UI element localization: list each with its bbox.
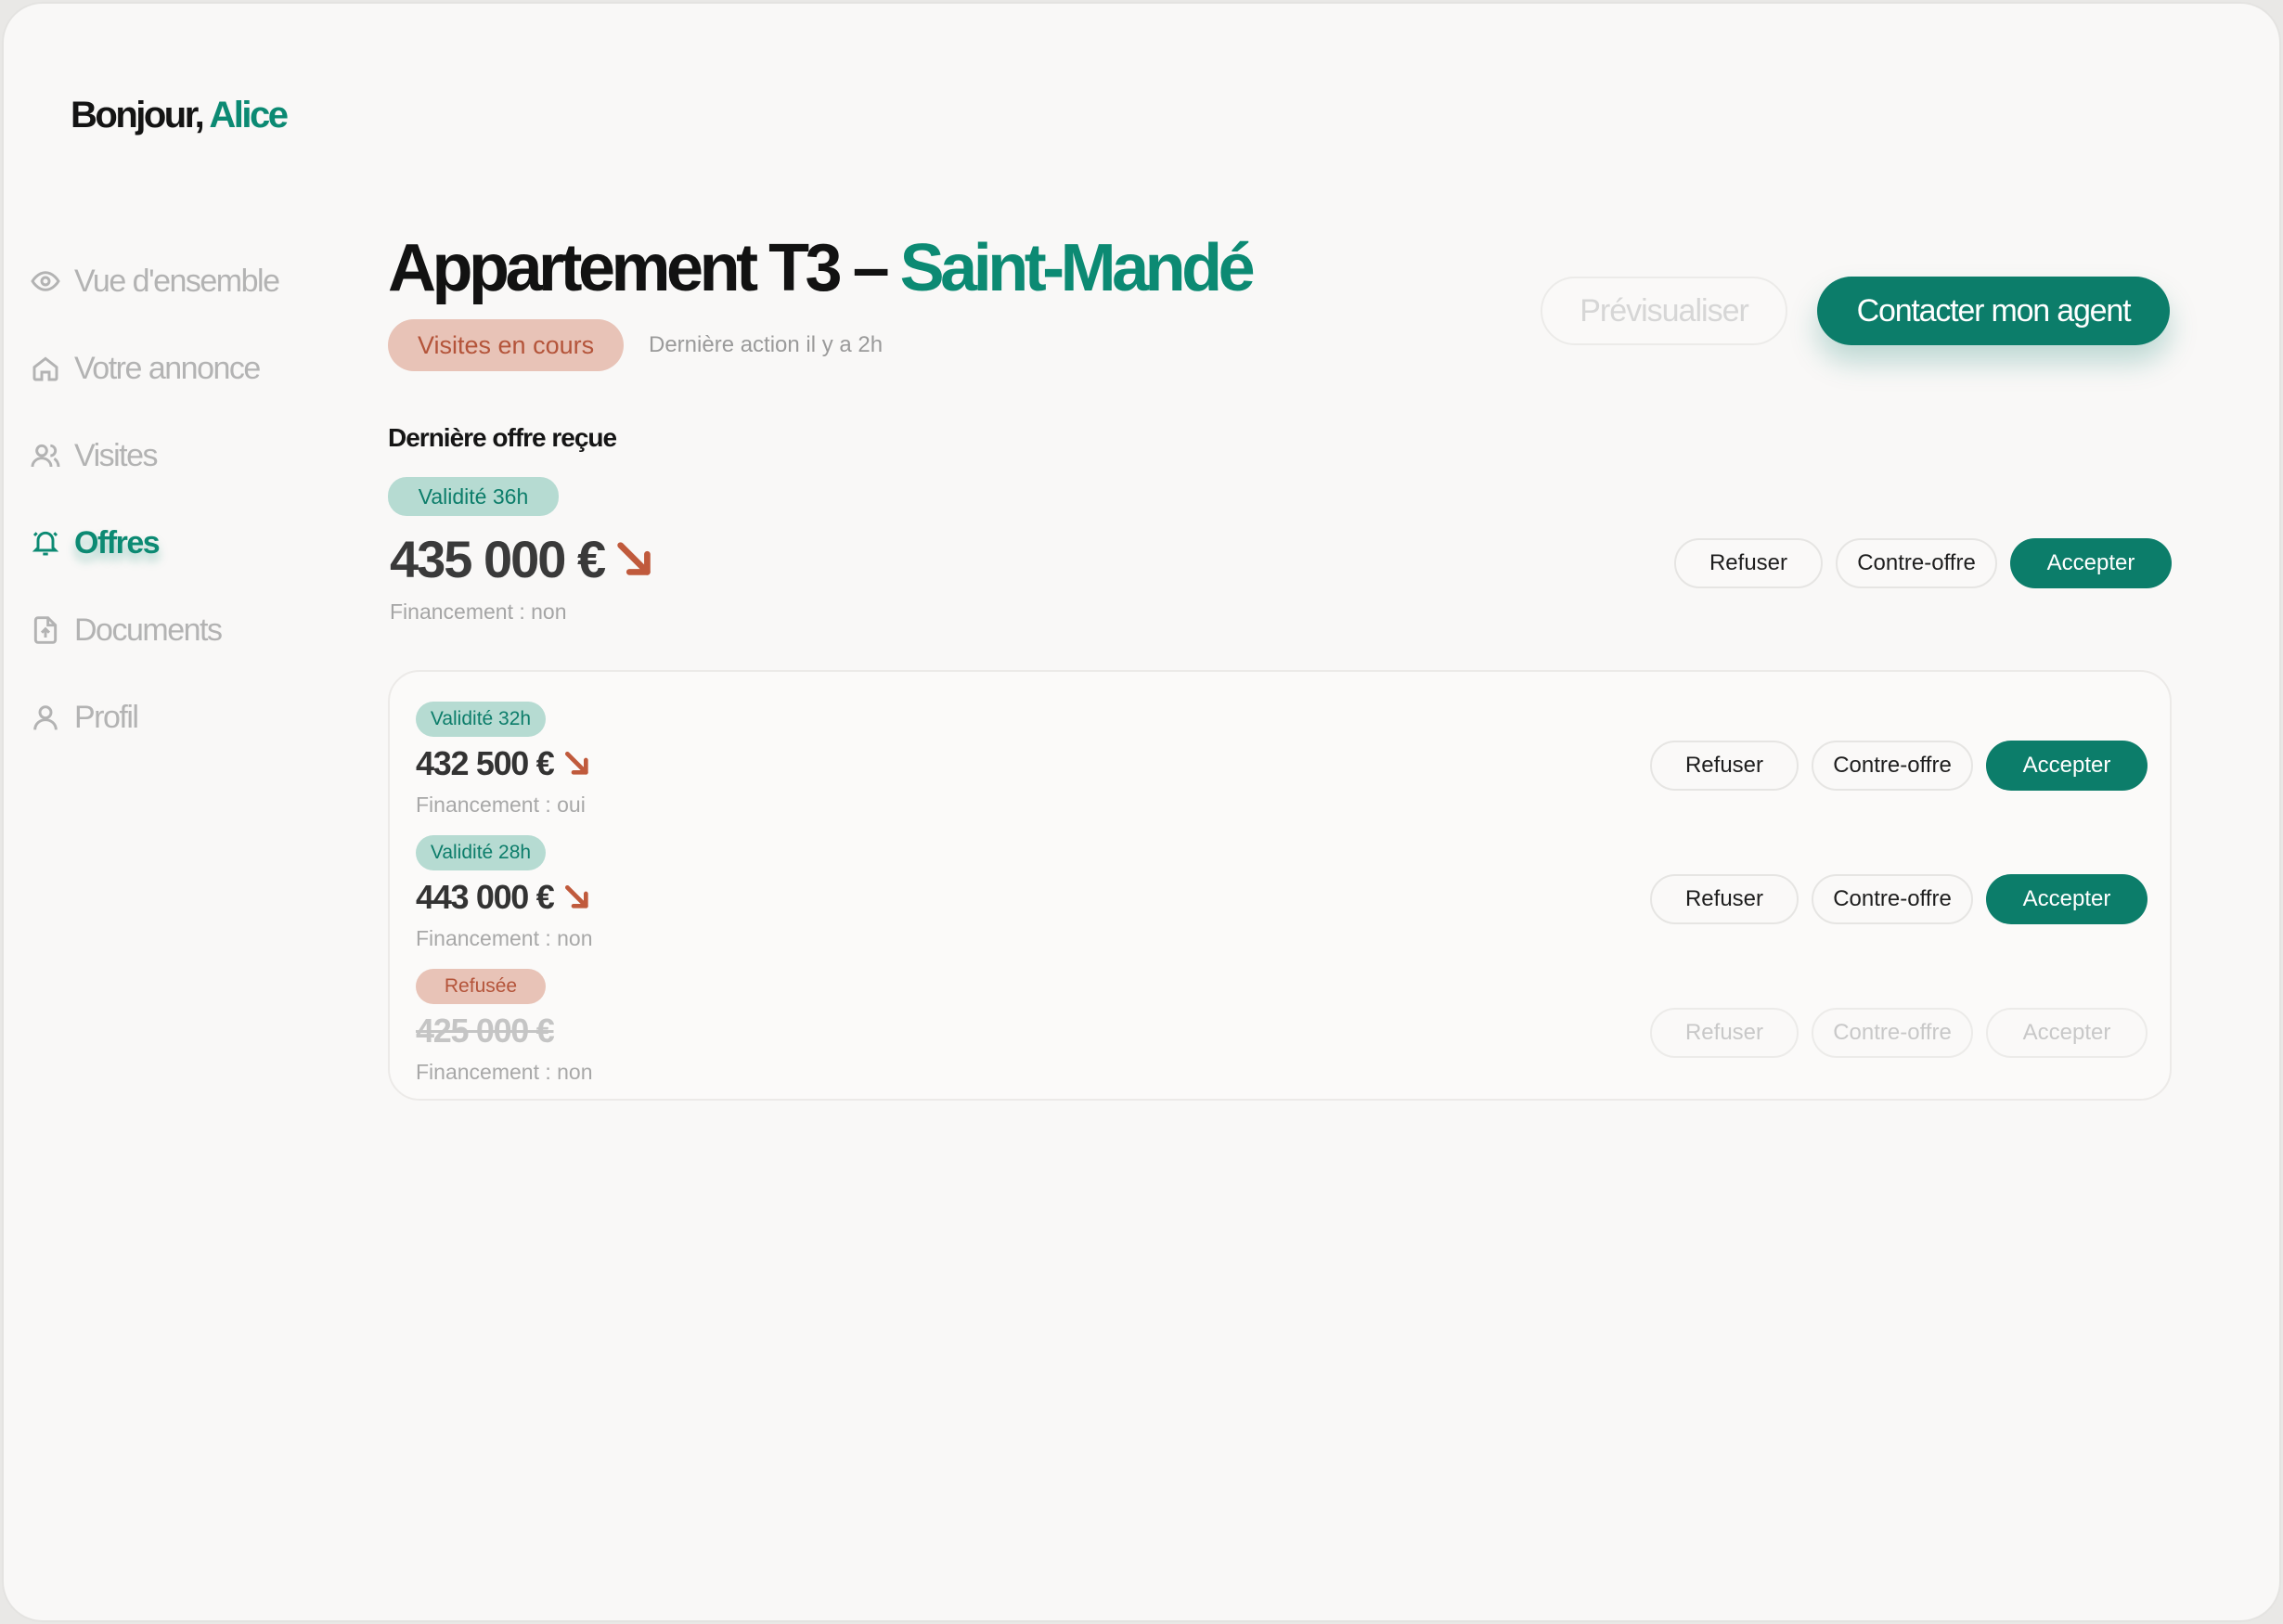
page-title-main: Appartement T3 – xyxy=(388,231,890,305)
counter-offer-button[interactable]: Contre-offre xyxy=(1812,741,1973,791)
home-icon xyxy=(30,353,61,384)
sidebar-item-offers[interactable]: Offres xyxy=(30,499,279,586)
sidebar-item-label: Visites xyxy=(74,437,159,473)
sidebar-item-profile[interactable]: Profil xyxy=(30,674,279,761)
users-icon xyxy=(30,440,61,471)
offer-amount-value: 435 000 € xyxy=(390,530,606,588)
last-action-text: Dernière action il y a 2h xyxy=(649,332,884,357)
offer-actions: Refuser Contre-offre Accepter xyxy=(1650,874,2148,924)
refuse-button[interactable]: Refuser xyxy=(1650,741,1799,791)
trend-down-icon xyxy=(562,749,592,779)
page-title: Appartement T3 – Saint-Mandé xyxy=(388,230,1256,306)
offer-amount-value: 443 000 € xyxy=(416,878,555,916)
offer-actions: Refuser Contre-offre Accepter xyxy=(1650,1008,2148,1058)
trend-down-icon xyxy=(613,538,656,581)
document-upload-icon xyxy=(30,614,61,646)
refused-badge: Refusée xyxy=(416,969,546,1004)
offer-amount-value: 425 000 € xyxy=(416,1012,555,1050)
counter-offer-button[interactable]: Contre-offre xyxy=(1836,538,1997,588)
sidebar-item-listing[interactable]: Votre annonce xyxy=(30,325,279,412)
counter-offer-button: Contre-offre xyxy=(1812,1008,1973,1058)
sidebar-item-documents[interactable]: Documents xyxy=(30,586,279,674)
section-title-latest-offer: Dernière offre reçue xyxy=(388,423,617,452)
financing-status: Financement : non xyxy=(390,599,567,624)
greeting-prefix: Bonjour, xyxy=(71,95,205,135)
page-title-location: Saint-Mandé xyxy=(899,231,1256,305)
trend-down-icon xyxy=(562,883,592,912)
refuse-button: Refuser xyxy=(1650,1008,1799,1058)
contact-agent-button[interactable]: Contacter mon agent xyxy=(1817,277,2170,345)
sidebar-item-label: Documents xyxy=(74,612,223,648)
financing-status: Financement : oui xyxy=(416,793,586,817)
list-item: Refusée 425 000 € Financement : non Refu… xyxy=(416,969,2148,1089)
app-window: Bonjour, Alice Vue d'ensemble Votre anno… xyxy=(2,2,2281,1622)
offers-list-card: Validité 32h 432 500 € Financement : oui… xyxy=(388,670,2172,1101)
offer-amount: 425 000 € xyxy=(416,1012,555,1050)
sidebar-item-visits[interactable]: Visites xyxy=(30,412,279,499)
greeting: Bonjour, Alice xyxy=(71,95,289,136)
preview-button[interactable]: Prévisualiser xyxy=(1541,277,1787,345)
accept-button: Accepter xyxy=(1986,1008,2148,1058)
list-item: Validité 32h 432 500 € Financement : oui… xyxy=(416,702,2148,822)
refuse-button[interactable]: Refuser xyxy=(1674,538,1823,588)
sidebar-item-label: Vue d'ensemble xyxy=(74,263,280,299)
latest-offer-actions: Refuser Contre-offre Accepter xyxy=(1674,538,2172,588)
greeting-name: Alice xyxy=(209,95,289,135)
latest-offer-amount: 435 000 € xyxy=(390,529,656,589)
offer-amount-value: 432 500 € xyxy=(416,744,555,782)
accept-button[interactable]: Accepter xyxy=(1986,874,2148,924)
validity-badge: Validité 28h xyxy=(416,835,546,870)
validity-badge: Validité 32h xyxy=(416,702,546,737)
validity-badge: Validité 36h xyxy=(388,477,559,516)
user-icon xyxy=(30,702,61,733)
sidebar-item-label: Votre annonce xyxy=(74,350,261,386)
status-badge: Visites en cours xyxy=(388,319,625,371)
sidebar-item-overview[interactable]: Vue d'ensemble xyxy=(30,238,280,325)
accept-button[interactable]: Accepter xyxy=(2010,538,2172,588)
list-item: Validité 28h 443 000 € Financement : non… xyxy=(416,835,2148,956)
offer-amount: 432 500 € xyxy=(416,744,592,783)
bell-icon xyxy=(30,527,61,559)
financing-status: Financement : non xyxy=(416,1060,593,1084)
eye-icon xyxy=(30,265,61,297)
counter-offer-button[interactable]: Contre-offre xyxy=(1812,874,1973,924)
offer-amount: 443 000 € xyxy=(416,878,592,917)
refuse-button[interactable]: Refuser xyxy=(1650,874,1799,924)
offer-actions: Refuser Contre-offre Accepter xyxy=(1650,741,2148,791)
sidebar-item-label: Offres xyxy=(74,524,161,561)
sidebar-nav: Vue d'ensemble Votre annonce Visites Off… xyxy=(30,238,280,761)
accept-button[interactable]: Accepter xyxy=(1986,741,2148,791)
sidebar-item-label: Profil xyxy=(74,699,139,735)
financing-status: Financement : non xyxy=(416,926,593,950)
